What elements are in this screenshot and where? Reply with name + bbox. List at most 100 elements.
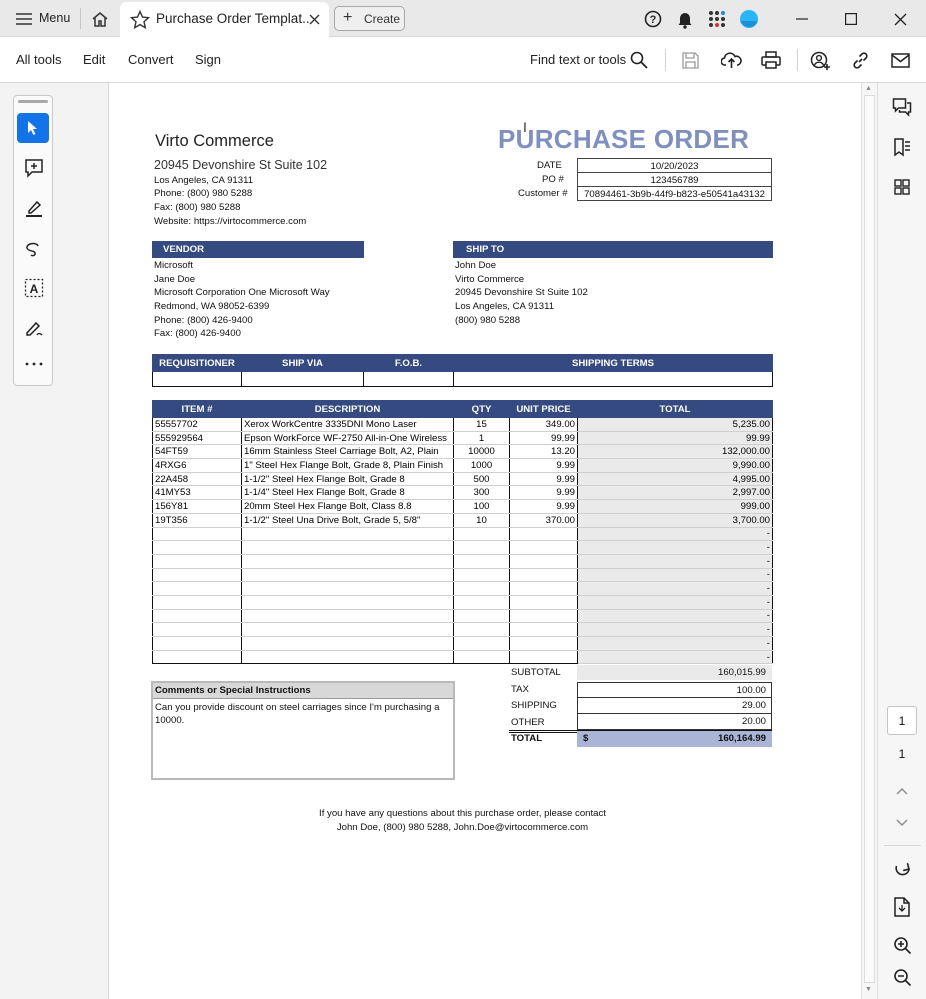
vendor-line: Phone: (800) 426-9400: [154, 314, 253, 326]
currency-symbol: $: [583, 733, 589, 744]
item-description-cell: [241, 581, 454, 596]
item-qty-cell: [453, 554, 510, 569]
zoom-out-icon[interactable]: [890, 965, 914, 989]
user-avatar-icon[interactable]: [738, 8, 760, 30]
bookmarks-icon[interactable]: [890, 135, 914, 159]
rotate-icon[interactable]: [890, 857, 914, 881]
item-price-cell: 9.99: [509, 458, 578, 473]
vertical-scrollbar[interactable]: ▲ ▼: [861, 83, 877, 999]
save-icon[interactable]: [679, 49, 701, 71]
convert-menu[interactable]: Convert: [128, 52, 174, 67]
item-price-cell: 370.00: [509, 513, 578, 528]
fob-header: F.O.B.: [363, 354, 454, 372]
title-bar: Menu Purchase Order Templat.. + Create ?: [0, 0, 926, 37]
close-window-icon[interactable]: [888, 8, 912, 30]
company-fax: Fax: (800) 980 5288: [154, 202, 241, 213]
item-item-cell: 19T356: [152, 513, 242, 528]
minimize-icon[interactable]: [790, 8, 814, 30]
plus-icon: +: [343, 9, 353, 26]
table-row: 41MY53 1-1/4" Steel Hex Flange Bolt, Grad…: [152, 485, 773, 501]
menu-icon[interactable]: [14, 9, 34, 29]
scroll-up-arrow[interactable]: ▲: [865, 85, 872, 92]
upload-cloud-icon[interactable]: [719, 49, 743, 71]
item-price-cell: [509, 540, 578, 555]
edit-menu[interactable]: Edit: [83, 52, 105, 67]
close-tab-icon[interactable]: [306, 10, 322, 28]
shipto-header: SHIP TO: [453, 241, 773, 258]
palette-grip[interactable]: [18, 100, 48, 103]
previous-page-icon[interactable]: [892, 781, 912, 801]
zoom-in-icon[interactable]: [890, 933, 914, 957]
notifications-bell-icon[interactable]: [674, 8, 696, 30]
item-total-cell: -: [577, 553, 773, 569]
share-user-icon[interactable]: [808, 49, 832, 71]
find-text-or-tools[interactable]: Find text or tools: [530, 52, 626, 67]
comments-panel-icon[interactable]: [890, 95, 914, 119]
menu-label[interactable]: Menu: [39, 11, 70, 25]
item-qty-cell: 1000: [453, 458, 510, 473]
shipping-table: REQUISITIONER SHIP VIA F.O.B. SHIPPING T…: [152, 354, 773, 387]
help-icon[interactable]: ?: [642, 8, 664, 30]
table-row: -: [152, 526, 773, 542]
text-cursor-icon: I: [523, 119, 527, 135]
scroll-thumb[interactable]: [864, 95, 875, 983]
po-number-value: 123456789: [650, 175, 699, 186]
item-qty-cell: [453, 595, 510, 610]
star-icon[interactable]: [129, 9, 151, 29]
item-item-cell: 156Y81: [152, 499, 242, 514]
tab-title[interactable]: Purchase Order Templat..: [156, 11, 310, 26]
item-total-cell: 9,990.00: [577, 458, 773, 473]
all-tools-menu[interactable]: All tools: [16, 52, 62, 67]
item-qty-cell: [453, 581, 510, 596]
tools-palette: A: [13, 95, 53, 386]
table-row: 55557702 Xerox WorkCentre 3335DNI Mono La…: [152, 417, 773, 432]
next-page-icon[interactable]: [892, 813, 912, 833]
item-description-cell: 1-1/2" Steel Hex Flange Bolt, Grade 8: [241, 472, 454, 487]
page-fit-icon[interactable]: [890, 895, 914, 919]
item-item-cell: [152, 609, 242, 624]
document-tab[interactable]: Purchase Order Templat..: [120, 2, 329, 37]
draw-freehand-icon[interactable]: [20, 235, 48, 261]
table-row: -: [152, 622, 773, 637]
search-icon[interactable]: [628, 49, 650, 71]
current-page-input[interactable]: 1: [887, 706, 917, 735]
item-item-cell: [152, 527, 242, 542]
right-panel: 1 1: [877, 83, 926, 999]
table-row: -: [152, 636, 773, 651]
apps-grid-icon[interactable]: [706, 8, 728, 30]
company-name: Virto Commerce: [155, 132, 274, 150]
text-box-icon[interactable]: A: [20, 275, 48, 301]
shipto-line: 20945 Devonshire St Suite 102: [455, 287, 588, 299]
item-item-cell: [152, 595, 242, 610]
maximize-icon[interactable]: [839, 8, 863, 30]
po-title: PURCHASE ORDER: [498, 124, 750, 154]
item-description-cell: [241, 527, 454, 542]
print-icon[interactable]: [759, 49, 783, 71]
sign-menu[interactable]: Sign: [195, 52, 221, 67]
description-header: DESCRIPTION: [241, 400, 454, 418]
item-total-cell: -: [577, 581, 773, 596]
shipping-label: SHIPPING: [511, 700, 557, 711]
other-label: OTHER: [511, 717, 545, 728]
select-tool-icon[interactable]: [17, 113, 49, 143]
document-page: Virto Commerce 20945 Devonshire St Suite…: [109, 83, 861, 999]
create-button[interactable]: + Create: [334, 6, 405, 31]
highlight-pen-icon[interactable]: [20, 195, 48, 221]
email-icon[interactable]: [888, 49, 912, 71]
shipping-terms-cell: [453, 371, 773, 387]
home-icon[interactable]: [88, 8, 112, 30]
shipto-line: (800) 980 5288: [455, 314, 521, 326]
sign-pen-icon[interactable]: [20, 315, 48, 341]
link-icon[interactable]: [848, 49, 872, 71]
company-phone: Phone: (800) 980 5288: [154, 188, 253, 199]
item-price-cell: [509, 622, 578, 637]
item-total-cell: 99.99: [577, 430, 773, 446]
item-qty-cell: [453, 609, 510, 624]
scroll-down-arrow[interactable]: ▼: [865, 986, 872, 993]
more-tools-icon[interactable]: [20, 354, 48, 374]
add-comment-icon[interactable]: [20, 155, 48, 181]
item-price-cell: [509, 609, 578, 624]
item-qty-cell: [453, 650, 510, 665]
vendor-line: Fax: (800) 426-9400: [154, 328, 241, 340]
thumbnails-icon[interactable]: [890, 175, 914, 199]
